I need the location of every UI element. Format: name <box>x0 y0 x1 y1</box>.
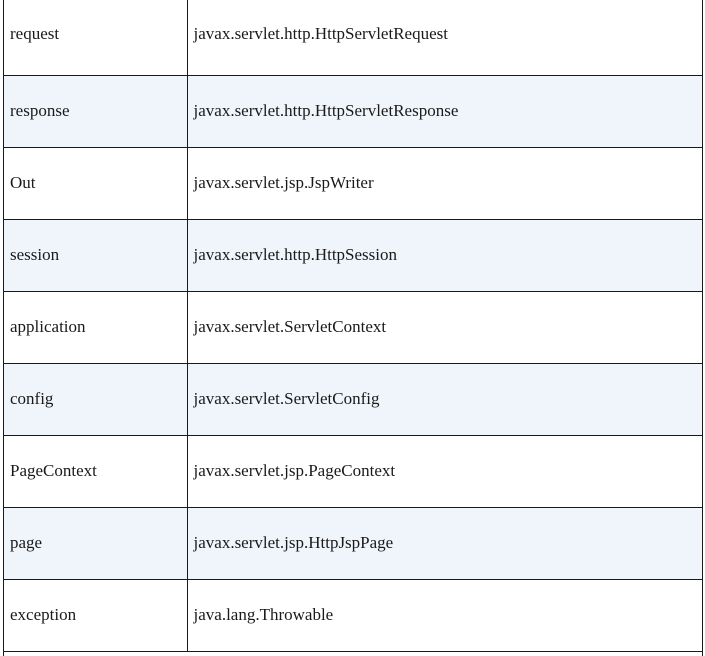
table-row: response javax.servlet.http.HttpServletR… <box>4 75 702 148</box>
table-row: request javax.servlet.http.HttpServletRe… <box>4 0 702 76</box>
object-name-cell: session <box>4 219 188 292</box>
objects-table: request javax.servlet.http.HttpServletRe… <box>4 0 702 652</box>
table-row: session javax.servlet.http.HttpSession <box>4 219 702 292</box>
table-row: Out javax.servlet.jsp.JspWriter <box>4 147 702 220</box>
object-type-cell: javax.servlet.jsp.HttpJspPage <box>187 507 702 580</box>
object-name-cell: Out <box>4 147 188 220</box>
table-row: exception java.lang.Throwable <box>4 579 702 652</box>
object-type-cell: javax.servlet.jsp.PageContext <box>187 435 702 508</box>
object-type-cell: javax.servlet.ServletConfig <box>187 363 702 436</box>
table-row: config javax.servlet.ServletConfig <box>4 363 702 436</box>
object-type-cell: javax.servlet.http.HttpServletRequest <box>187 0 702 76</box>
table-row: application javax.servlet.ServletContext <box>4 291 702 364</box>
object-type-cell: javax.servlet.http.HttpSession <box>187 219 702 292</box>
object-name-cell: PageContext <box>4 435 188 508</box>
object-name-cell: config <box>4 363 188 436</box>
object-type-cell: javax.servlet.jsp.JspWriter <box>187 147 702 220</box>
object-name-cell: exception <box>4 579 188 652</box>
object-name-cell: application <box>4 291 188 364</box>
implicit-objects-table: request javax.servlet.http.HttpServletRe… <box>3 0 703 656</box>
object-type-cell: javax.servlet.ServletContext <box>187 291 702 364</box>
object-name-cell: response <box>4 75 188 148</box>
object-name-cell: request <box>4 0 188 76</box>
table-row: page javax.servlet.jsp.HttpJspPage <box>4 507 702 580</box>
object-type-cell: java.lang.Throwable <box>187 579 702 652</box>
object-name-cell: page <box>4 507 188 580</box>
table-row: PageContext javax.servlet.jsp.PageContex… <box>4 435 702 508</box>
object-type-cell: javax.servlet.http.HttpServletResponse <box>187 75 702 148</box>
